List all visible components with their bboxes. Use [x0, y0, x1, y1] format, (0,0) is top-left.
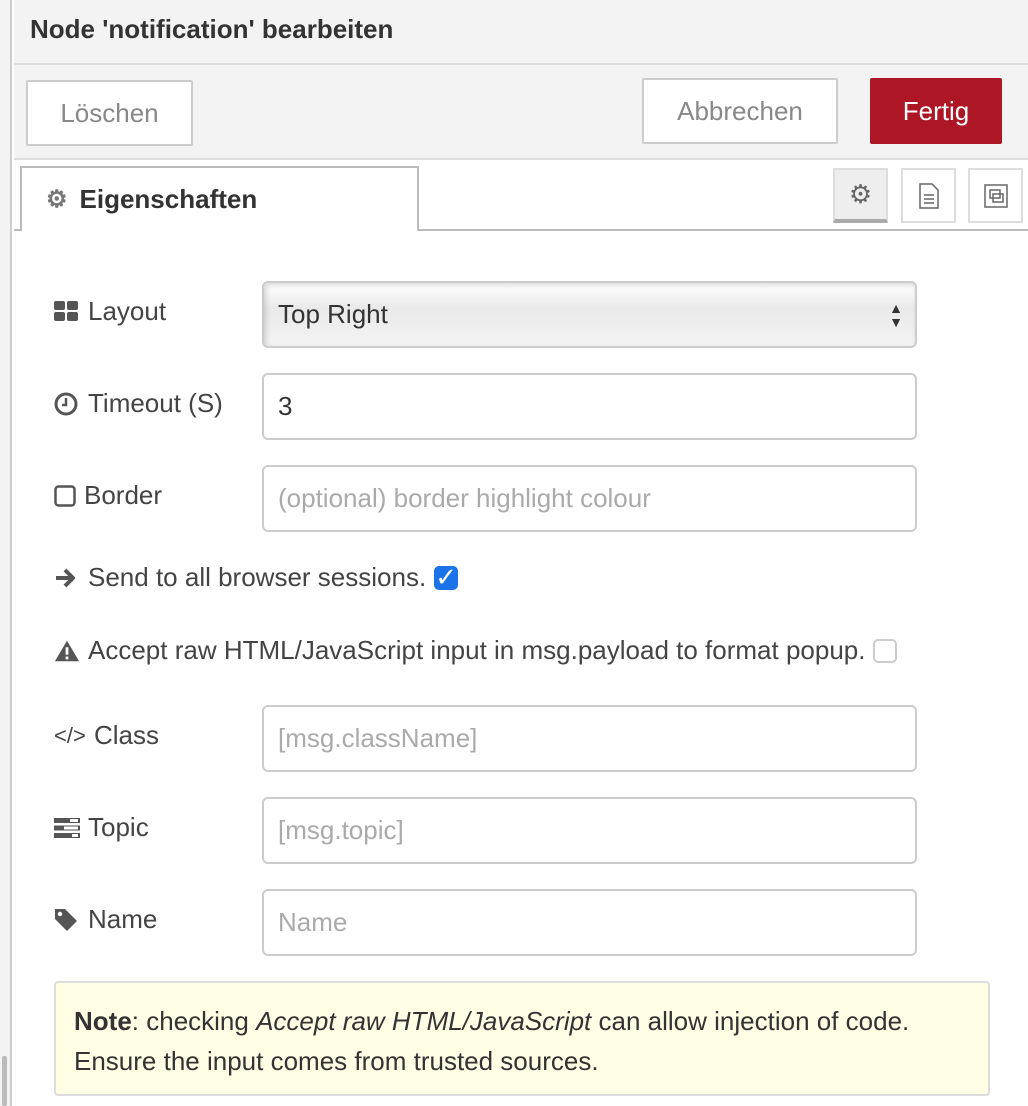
label-text: Topic [88, 812, 149, 842]
timeout-input[interactable]: 3 [262, 373, 917, 440]
border-input[interactable]: (optional) border highlight colour [262, 465, 917, 532]
name-input[interactable]: Name [262, 889, 917, 956]
layout-value: Top Right [278, 299, 388, 329]
frame-icon [983, 183, 1008, 208]
square-icon [54, 484, 76, 507]
warning-icon [54, 639, 80, 663]
note-text: : checking [131, 1006, 257, 1036]
clock-icon [54, 392, 80, 416]
label-text: Border [84, 480, 163, 510]
label-text: Layout [88, 296, 167, 326]
label-text: Accept raw HTML/JavaScript input in msg.… [88, 635, 866, 665]
select-arrows-icon: ▲ ▼ [889, 300, 903, 330]
send-all-row: Send to all browser sessions. ✓ [54, 562, 459, 593]
timeout-label: Timeout (S) [54, 388, 223, 419]
document-icon [918, 182, 939, 209]
cancel-button[interactable]: Abbrechen [642, 78, 838, 144]
label-text: Class [94, 720, 160, 750]
class-input[interactable]: [msg.className] [262, 705, 917, 772]
done-button[interactable]: Fertig [870, 78, 1002, 144]
scrollbar[interactable] [2, 1056, 7, 1106]
send-all-checkbox[interactable]: ✓ [434, 562, 459, 592]
description-tab-button[interactable] [901, 168, 956, 223]
note-bold: Note [74, 1006, 132, 1036]
left-edge [0, 0, 12, 1106]
dialog-header: Node 'notification' bearbeiten [14, 0, 1028, 65]
tag-icon [54, 908, 80, 932]
layout-select[interactable]: Top Right ▲ ▼ [262, 281, 917, 348]
class-label: </> Class [54, 720, 159, 751]
accept-raw-row: Accept raw HTML/JavaScript input in msg.… [54, 635, 898, 666]
tab-label: Eigenschaften [79, 184, 258, 214]
gear-icon: ⚙ [848, 179, 873, 209]
topic-input[interactable]: [msg.topic] [262, 797, 917, 864]
delete-button[interactable]: Löschen [26, 80, 193, 146]
note-italic: Accept raw HTML/JavaScript [256, 1006, 592, 1036]
label-text: Name [88, 904, 158, 934]
properties-tab-button[interactable]: ⚙ [833, 168, 888, 223]
name-label: Name [54, 904, 157, 935]
layout-label: Layout [54, 296, 166, 327]
th-large-icon [54, 300, 80, 323]
arrow-right-icon [54, 567, 80, 589]
tab-properties[interactable]: ⚙ Eigenschaften [20, 166, 419, 231]
label-text: Send to all browser sessions. [88, 562, 427, 592]
tasks-icon [54, 817, 80, 839]
dialog-title: Node 'notification' bearbeiten [30, 14, 394, 44]
code-icon: </> [54, 722, 86, 748]
accept-raw-checkbox[interactable] [873, 638, 898, 663]
gear-icon: ⚙ [46, 186, 68, 213]
topic-label: Topic [54, 812, 149, 843]
security-note: Note: checking Accept raw HTML/JavaScrip… [54, 981, 990, 1096]
appearance-tab-button[interactable] [968, 168, 1023, 223]
button-bar: Löschen Abbrechen Fertig [14, 65, 1028, 160]
border-label: Border [54, 480, 162, 511]
label-text: Timeout (S) [88, 388, 223, 418]
